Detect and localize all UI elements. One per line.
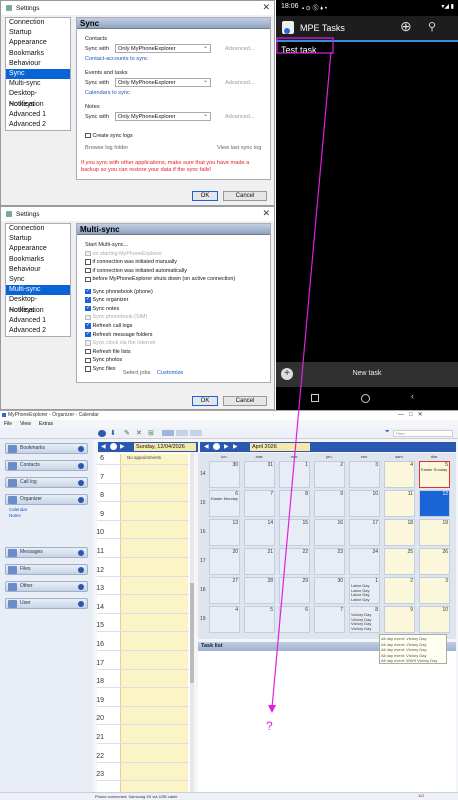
highlight-box <box>276 37 334 54</box>
annotation-overlay: ? <box>266 37 334 733</box>
question-mark: ? <box>266 719 273 733</box>
arrow-line <box>271 51 332 709</box>
arrow-head <box>268 705 276 713</box>
